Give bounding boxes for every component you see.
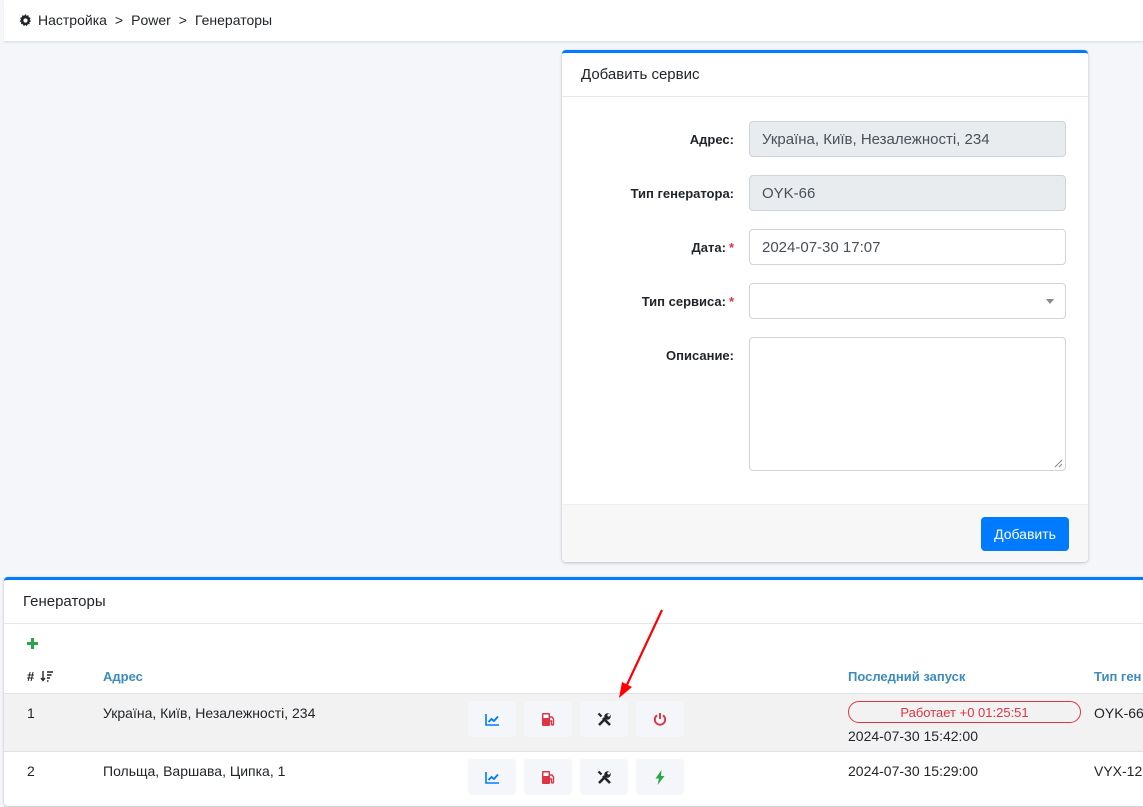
column-header-address[interactable]: Адрес [103,669,143,684]
add-service-button[interactable]: Добавить [981,517,1069,551]
service-button[interactable] [580,759,628,795]
service-type-label: Тип сервиса: * [642,294,734,309]
generator-type-value: OYK-66 [762,184,816,202]
gear-icon [19,13,32,26]
breadcrumb-item-settings[interactable]: Настройка [38,12,107,28]
column-header-type[interactable]: Тип ген [1094,669,1141,684]
power-off-button[interactable] [636,701,684,737]
generators-title: Генераторы [4,580,1143,624]
generator-type-label: Тип генератора: [630,186,734,201]
service-type-label-text: Тип сервиса: [641,294,726,309]
address-value: Україна, Київ, Незалежності, 234 [762,130,990,148]
resize-grip-icon[interactable] [1054,459,1063,468]
address-field: Україна, Київ, Незалежності, 234 [749,121,1066,157]
status-badge: Работает +0 01:25:51 [848,701,1081,723]
column-num-label: # [27,669,35,684]
caret-down-icon [1046,299,1054,304]
plus-icon[interactable] [26,637,39,650]
sort-desc-icon[interactable] [40,670,54,682]
breadcrumb-separator: > [178,12,187,28]
date-label: Дата: * [692,240,734,255]
add-service-card: Добавить сервис Адрес: Україна, Київ, Не… [562,50,1088,562]
row-last-start: 2024-07-30 15:29:00 [848,763,978,779]
bolt-icon [655,769,665,785]
row-address: Польща, Варшава, Ципка, 1 [103,763,286,779]
description-textarea[interactable] [749,337,1066,471]
date-label-text: Дата: [691,240,726,255]
row-type: VYX-125 [1094,763,1143,779]
breadcrumb: Настройка > Power > Генераторы [19,12,272,28]
add-service-title: Добавить сервис [562,53,1088,97]
gas-pump-icon [541,770,554,784]
column-header-num[interactable]: # [27,669,54,684]
row-last-start: 2024-07-30 15:42:00 [848,728,978,744]
fuel-button[interactable] [524,759,572,795]
top-bar: Настройка > Power > Генераторы [4,0,1143,42]
generator-type-field: OYK-66 [749,175,1066,211]
row-address: Україна, Київ, Незалежності, 234 [103,705,316,721]
service-type-select[interactable] [749,283,1066,319]
breadcrumb-separator: > [114,12,124,28]
power-off-icon [653,713,667,726]
chart-line-icon [484,771,499,784]
address-label: Адрес: [689,132,734,147]
chart-button[interactable] [468,701,516,737]
row-num: 2 [27,763,35,779]
fuel-button[interactable] [524,701,572,737]
service-button[interactable] [580,701,628,737]
breadcrumb-item-power[interactable]: Power [131,12,171,28]
description-label: Описание: [666,348,734,363]
date-value: 2024-07-30 17:07 [762,238,881,256]
row-type: OYK-66 [1094,705,1143,721]
tools-icon [597,770,611,784]
gas-pump-icon [541,712,554,726]
date-input[interactable]: 2024-07-30 17:07 [749,229,1066,265]
column-header-last-start[interactable]: Последний запуск [848,669,965,684]
tools-icon [597,712,611,726]
chart-line-icon [484,713,499,726]
breadcrumb-item-generators: Генераторы [194,12,273,28]
power-on-button[interactable] [636,759,684,795]
add-service-footer: Добавить [562,504,1088,562]
required-mark: * [728,240,734,255]
required-mark: * [728,294,734,309]
annotation-arrow [619,609,663,698]
chart-button[interactable] [468,759,516,795]
row-num: 1 [27,705,35,721]
